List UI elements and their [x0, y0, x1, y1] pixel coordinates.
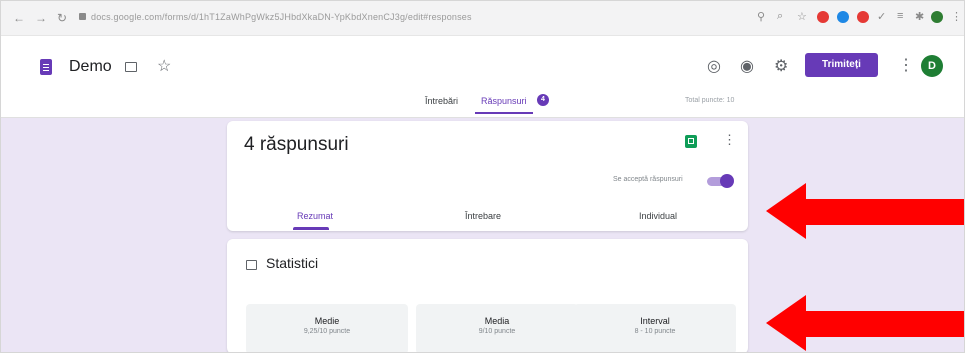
zoom-icon[interactable]: ⌕ — [777, 10, 783, 23]
folder-icon[interactable] — [125, 62, 137, 72]
stat-label: Interval — [640, 316, 670, 326]
puzzle-icon[interactable]: ✱ — [915, 10, 924, 23]
stat-average: Medie 9,25/10 puncte — [246, 304, 408, 352]
subtab-individual[interactable]: Individual — [639, 211, 677, 221]
browser-menu-icon[interactable]: ⋮ — [951, 10, 962, 23]
accepting-responses-label: Se acceptă răspunsuri — [613, 176, 683, 183]
back-icon[interactable]: ← — [13, 11, 25, 25]
subtab-question[interactable]: Întrebare — [465, 211, 501, 221]
active-subtab-indicator — [293, 227, 329, 230]
reload-icon[interactable]: ↻ — [57, 11, 67, 25]
browser-toolbar: ← → ↻ docs.google.com/forms/d/1hT1ZaWhPg… — [1, 1, 964, 36]
send-button[interactable]: Trimiteți — [805, 53, 878, 77]
stat-median: Media 9/10 puncte — [416, 304, 578, 352]
reading-list-icon[interactable]: ≡ — [897, 10, 903, 22]
settings-gear-icon[interactable]: ⚙ — [774, 56, 788, 76]
responses-more-icon[interactable]: ⋮ — [723, 132, 736, 148]
extension-icon[interactable] — [857, 11, 869, 23]
chart-icon — [246, 260, 257, 270]
toggle-knob[interactable] — [720, 174, 734, 188]
address-bar[interactable]: docs.google.com/forms/d/1hT1ZaWhPgWkz5JH… — [91, 12, 472, 22]
stat-value: 9,25/10 puncte — [303, 328, 351, 335]
forward-icon[interactable]: → — [35, 11, 47, 25]
extension-icon[interactable] — [817, 11, 829, 23]
avatar[interactable]: D — [921, 55, 943, 77]
total-points: Total puncte: 10 — [685, 97, 735, 104]
statistics-title: Statistici — [266, 255, 319, 271]
stat-range: Interval 8 - 10 puncte — [574, 304, 736, 352]
statistics-card: Statistici Medie 9,25/10 puncte Media 9/… — [227, 239, 748, 352]
forms-icon[interactable] — [40, 59, 52, 75]
tab-questions[interactable]: Întrebări — [425, 96, 458, 106]
preview-eye-icon[interactable]: ◉ — [740, 56, 754, 76]
stat-value: 9/10 puncte — [478, 328, 516, 335]
key-icon[interactable]: ⚲ — [757, 10, 765, 23]
star-icon[interactable]: ☆ — [157, 56, 171, 76]
active-tab-indicator — [475, 112, 533, 114]
bookmark-icon[interactable]: ☆ — [797, 10, 807, 23]
screenshot-frame: ← → ↻ docs.google.com/forms/d/1hT1ZaWhPg… — [0, 0, 965, 353]
google-sheets-icon[interactable] — [685, 135, 697, 148]
stat-value: 8 - 10 puncte — [634, 328, 676, 335]
extension-icon[interactable] — [837, 11, 849, 23]
red-arrow-icon — [766, 295, 964, 351]
responses-summary-card: 4 răspunsuri ⋮ Se acceptă răspunsuri Rez… — [227, 121, 748, 231]
stat-label: Media — [484, 316, 510, 326]
subtab-summary[interactable]: Rezumat — [297, 211, 333, 221]
extension-icon[interactable]: ✓ — [877, 10, 886, 23]
stat-label: Medie — [314, 316, 340, 326]
lock-icon — [79, 13, 86, 20]
document-title[interactable]: Demo — [69, 58, 112, 76]
profile-icon[interactable] — [931, 11, 943, 23]
more-options-icon[interactable]: ⋮ — [898, 55, 914, 75]
red-arrow-icon — [766, 183, 964, 239]
responses-count-title: 4 răspunsuri — [244, 134, 349, 155]
tab-responses[interactable]: Răspunsuri — [481, 96, 527, 106]
responses-count-badge: 4 — [537, 94, 549, 106]
palette-icon[interactable]: ◎ — [707, 56, 721, 76]
